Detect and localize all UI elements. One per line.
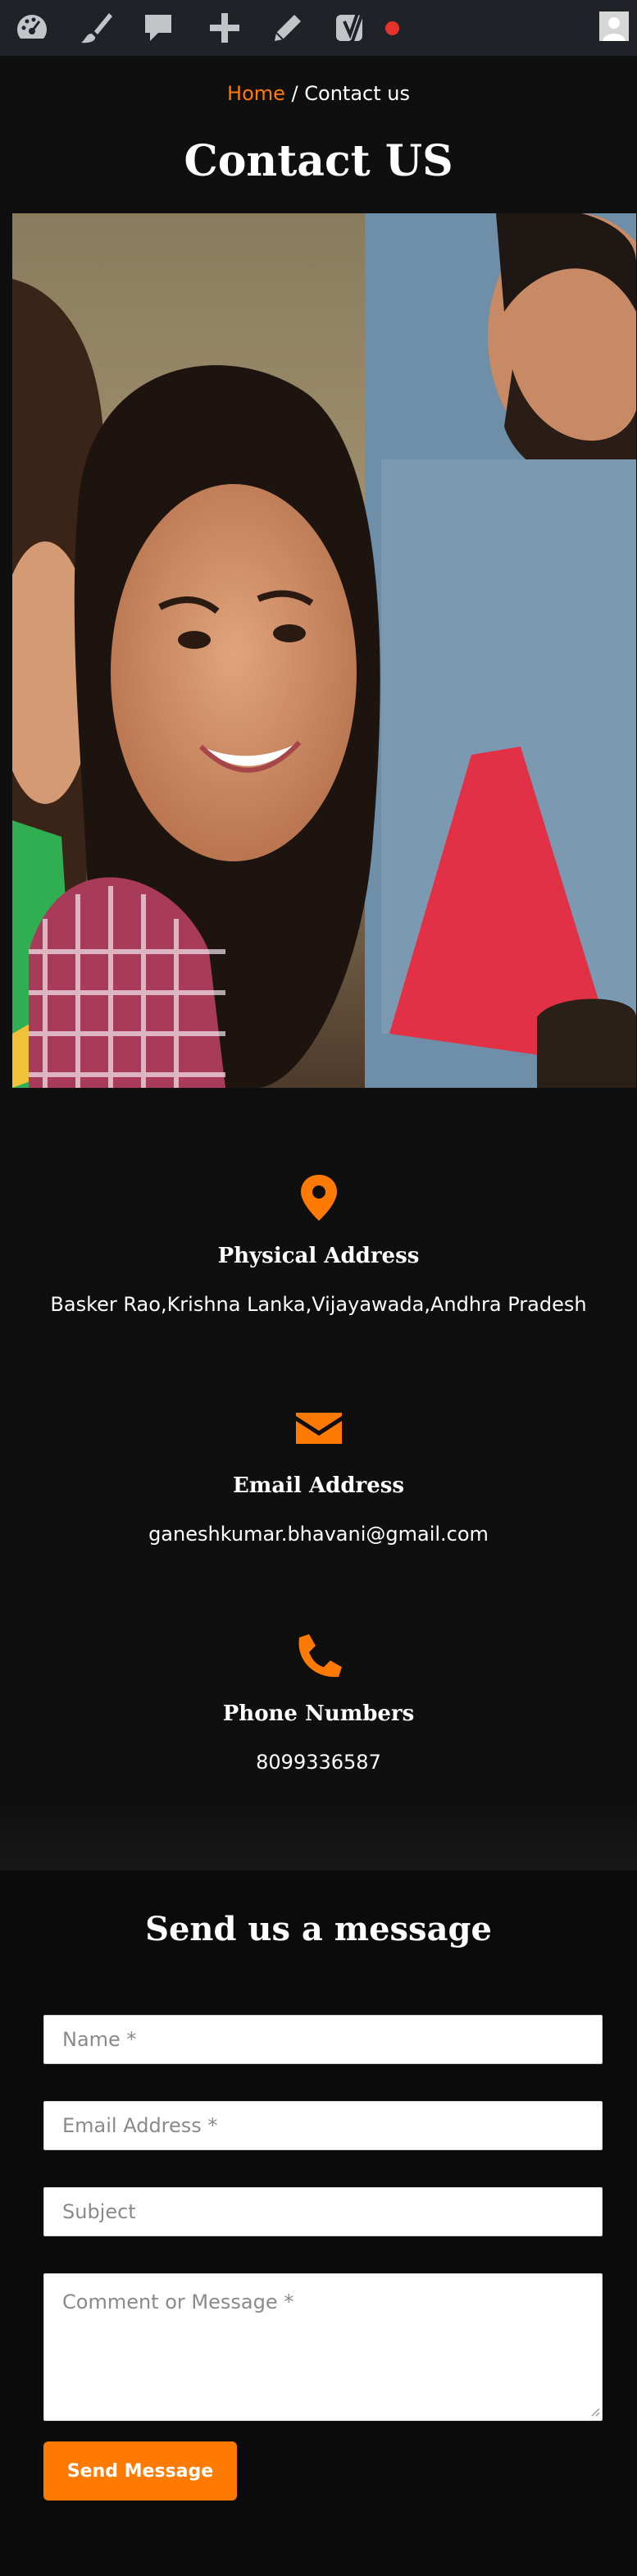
email-address-block: Email Address ganeshkumar.bhavani@gmail.… [0,1403,637,1546]
phone-numbers-text[interactable]: 8099336587 [0,1751,637,1774]
comments-icon[interactable] [138,8,179,48]
email-address-text[interactable]: ganeshkumar.bhavani@gmail.com [0,1523,637,1546]
email-input[interactable] [43,2101,603,2150]
name-input[interactable] [43,2015,603,2064]
resize-handle-icon[interactable] [590,2407,600,2417]
breadcrumb-home-link[interactable]: Home [227,82,285,105]
send-message-button[interactable]: Send Message [43,2441,237,2501]
notification-dot [385,21,399,35]
envelope-icon [295,1413,342,1444]
map-marker-icon [300,1175,337,1221]
section-divider [0,1805,637,1874]
edit-icon[interactable] [267,8,308,48]
physical-address-text: Basker Rao,Krishna Lanka,Vijayawada,Andh… [50,1293,587,1316]
avatar[interactable] [599,11,629,41]
new-content-icon[interactable] [204,8,245,48]
breadcrumb-current: Contact us [304,82,410,105]
yoast-seo-icon[interactable] [331,8,372,48]
admin-bar [0,0,637,56]
message-textarea[interactable] [43,2273,603,2421]
subject-input[interactable] [43,2187,603,2236]
physical-address-title: Physical Address [217,1244,420,1268]
physical-address-block: Physical Address Basker Rao,Krishna Lank… [0,1173,637,1316]
phone-numbers-title: Phone Numbers [222,1701,415,1726]
customize-icon[interactable] [75,8,116,48]
breadcrumb: Home / Contact us [0,82,637,105]
email-address-title: Email Address [232,1473,405,1498]
message-section-title: Send us a message [145,1910,492,1948]
dashboard-icon[interactable] [11,8,52,48]
phone-icon [298,1634,342,1678]
hero-image [12,213,636,1088]
page-title: Contact US [184,136,453,186]
breadcrumb-separator: / [284,82,305,105]
phone-numbers-block: Phone Numbers 8099336587 [0,1631,637,1774]
